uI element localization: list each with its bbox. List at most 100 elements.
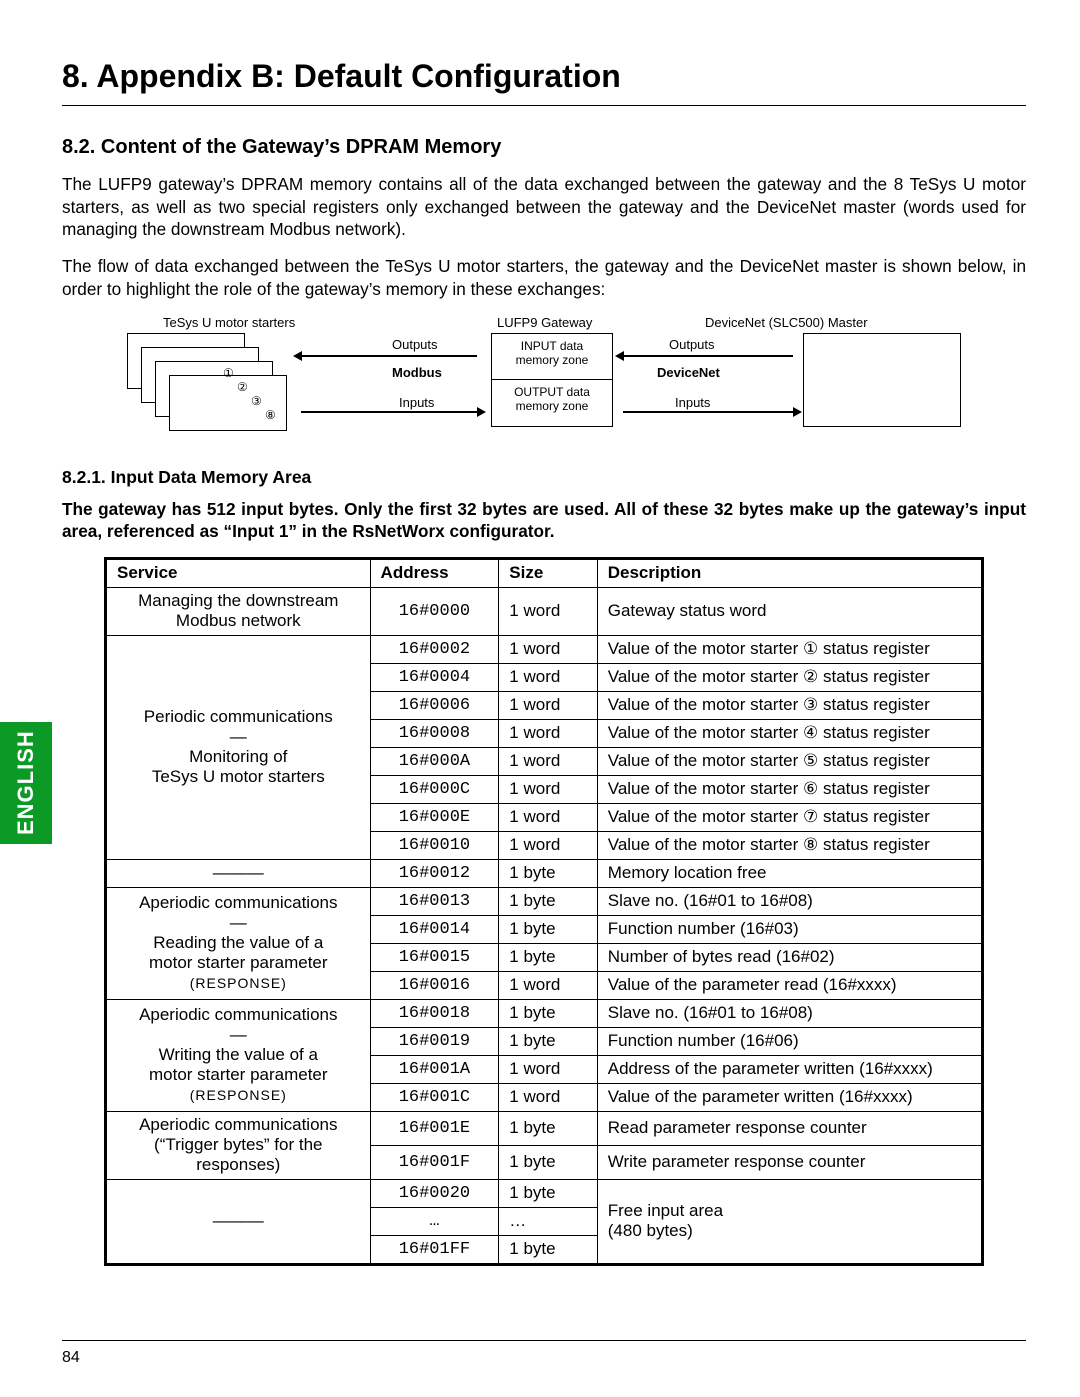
cell-desc: Read parameter response counter [597, 1111, 982, 1145]
cell-size: 1 word [499, 971, 597, 999]
cell-address: 16#01FF [370, 1235, 499, 1264]
cell-desc: Value of the motor starter ⑦ status regi… [597, 803, 982, 831]
cell-address: 16#0014 [370, 915, 499, 943]
cell-desc: Free input area (480 bytes) [597, 1179, 982, 1264]
circled-number-icon: ② [237, 381, 248, 393]
cell-address: 16#001A [370, 1055, 499, 1083]
circled-number-icon: ③ [251, 395, 262, 407]
cell-size: 1 byte [499, 1027, 597, 1055]
cell-desc: Value of the motor starter ⑧ status regi… [597, 831, 982, 859]
circled-number-icon: ⑧ [265, 409, 276, 421]
cell-desc: Slave no. (16#01 to 16#08) [597, 887, 982, 915]
arrow-label: Outputs [669, 337, 715, 352]
cell-size: 1 byte [499, 1235, 597, 1264]
input-memory-table: Service Address Size Description Managin… [104, 557, 984, 1266]
col-size: Size [499, 558, 597, 587]
table-row: Aperiodic communications — Reading the v… [106, 887, 983, 915]
cell-size: 1 word [499, 1055, 597, 1083]
cell-address: 16#0012 [370, 859, 499, 887]
cell-size: 1 word [499, 803, 597, 831]
cell-desc: Value of the motor starter ③ status regi… [597, 691, 982, 719]
bus-label: DeviceNet [657, 365, 720, 380]
table-row: Periodic communications — Monitoring of … [106, 635, 983, 663]
cell-desc: Value of the motor starter ④ status regi… [597, 719, 982, 747]
page-content: 8. Appendix B: Default Configuration 8.2… [62, 58, 1026, 1266]
cell-size: 1 word [499, 587, 597, 635]
page-number: 84 [62, 1349, 80, 1367]
cell-size: 1 word [499, 775, 597, 803]
cell-size: 1 word [499, 663, 597, 691]
cell-address: 16#001F [370, 1145, 499, 1179]
cell-size: 1 word [499, 691, 597, 719]
page-title: 8. Appendix B: Default Configuration [62, 58, 1026, 95]
memory-zone-label: INPUT data memory zone [502, 339, 602, 367]
cell-address: 16#0000 [370, 587, 499, 635]
memory-zone-label: OUTPUT data memory zone [502, 385, 602, 413]
cell-size: 1 byte [499, 1111, 597, 1145]
cell-service: Aperiodic communications — Reading the v… [106, 887, 371, 999]
cell-size: … [499, 1207, 597, 1235]
diagram-label: TeSys U motor starters [163, 315, 295, 330]
bus-label: Modbus [392, 365, 442, 380]
cell-address: 16#0020 [370, 1179, 499, 1207]
cell-desc: Value of the parameter read (16#xxxx) [597, 971, 982, 999]
cell-size: 1 byte [499, 999, 597, 1027]
cell-address: 16#000A [370, 747, 499, 775]
cell-address: 16#0018 [370, 999, 499, 1027]
cell-desc: Value of the motor starter ⑥ status regi… [597, 775, 982, 803]
cell-desc: Value of the motor starter ② status regi… [597, 663, 982, 691]
cell-address: 16#000E [370, 803, 499, 831]
master-box [803, 333, 961, 427]
cell-address: 16#0016 [370, 971, 499, 999]
cell-desc: Value of the parameter written (16#xxxx) [597, 1083, 982, 1111]
cell-service: Periodic communications — Monitoring of … [106, 635, 371, 859]
cell-size: 1 byte [499, 943, 597, 971]
cell-desc: Function number (16#03) [597, 915, 982, 943]
arrow-label: Inputs [399, 395, 434, 410]
cell-address: 16#0010 [370, 831, 499, 859]
language-tab: ENGLISH [0, 722, 52, 844]
cell-size: 1 word [499, 831, 597, 859]
arrow-label: Outputs [392, 337, 438, 352]
table-row: Aperiodic communications (“Trigger bytes… [106, 1111, 983, 1145]
diagram-label: DeviceNet (SLC500) Master [705, 315, 868, 330]
footer-rule [62, 1340, 1026, 1341]
cell-address: 16#001E [370, 1111, 499, 1145]
arrow-label: Inputs [675, 395, 710, 410]
paragraph: The flow of data exchanged between the T… [62, 255, 1026, 300]
cell-desc: Slave no. (16#01 to 16#08) [597, 999, 982, 1027]
cell-size: 1 word [499, 719, 597, 747]
cell-desc: Value of the motor starter ① status regi… [597, 635, 982, 663]
cell-desc: Gateway status word [597, 587, 982, 635]
cell-service: ——— [106, 1179, 371, 1264]
cell-desc: Write parameter response counter [597, 1145, 982, 1179]
table-row: ——— 16#0020 1 byte Free input area (480 … [106, 1179, 983, 1207]
cell-size: 1 word [499, 1083, 597, 1111]
cell-address: 16#0008 [370, 719, 499, 747]
cell-size: 1 byte [499, 1179, 597, 1207]
title-rule [62, 105, 1026, 106]
cell-size: 1 byte [499, 1145, 597, 1179]
cell-address: 16#0019 [370, 1027, 499, 1055]
cell-address: 16#0002 [370, 635, 499, 663]
cell-size: 1 word [499, 747, 597, 775]
table-row: Managing the downstream Modbus network 1… [106, 587, 983, 635]
cell-service: Aperiodic communications (“Trigger bytes… [106, 1111, 371, 1179]
cell-address: 16#001C [370, 1083, 499, 1111]
cell-desc: Number of bytes read (16#02) [597, 943, 982, 971]
cell-desc: Address of the parameter written (16#xxx… [597, 1055, 982, 1083]
cell-size: 1 byte [499, 887, 597, 915]
section-heading: 8.2. Content of the Gateway’s DPRAM Memo… [62, 136, 1026, 159]
cell-address: 16#0015 [370, 943, 499, 971]
table-header-row: Service Address Size Description [106, 558, 983, 587]
cell-address: 16#0004 [370, 663, 499, 691]
col-service: Service [106, 558, 371, 587]
cell-size: 1 byte [499, 859, 597, 887]
paragraph: The gateway has 512 input bytes. Only th… [62, 498, 1026, 543]
table-row: ——— 16#0012 1 byte Memory location free [106, 859, 983, 887]
cell-desc: Function number (16#06) [597, 1027, 982, 1055]
cell-service: ——— [106, 859, 371, 887]
cell-size: 1 word [499, 635, 597, 663]
table-row: Aperiodic communications — Writing the v… [106, 999, 983, 1027]
col-description: Description [597, 558, 982, 587]
